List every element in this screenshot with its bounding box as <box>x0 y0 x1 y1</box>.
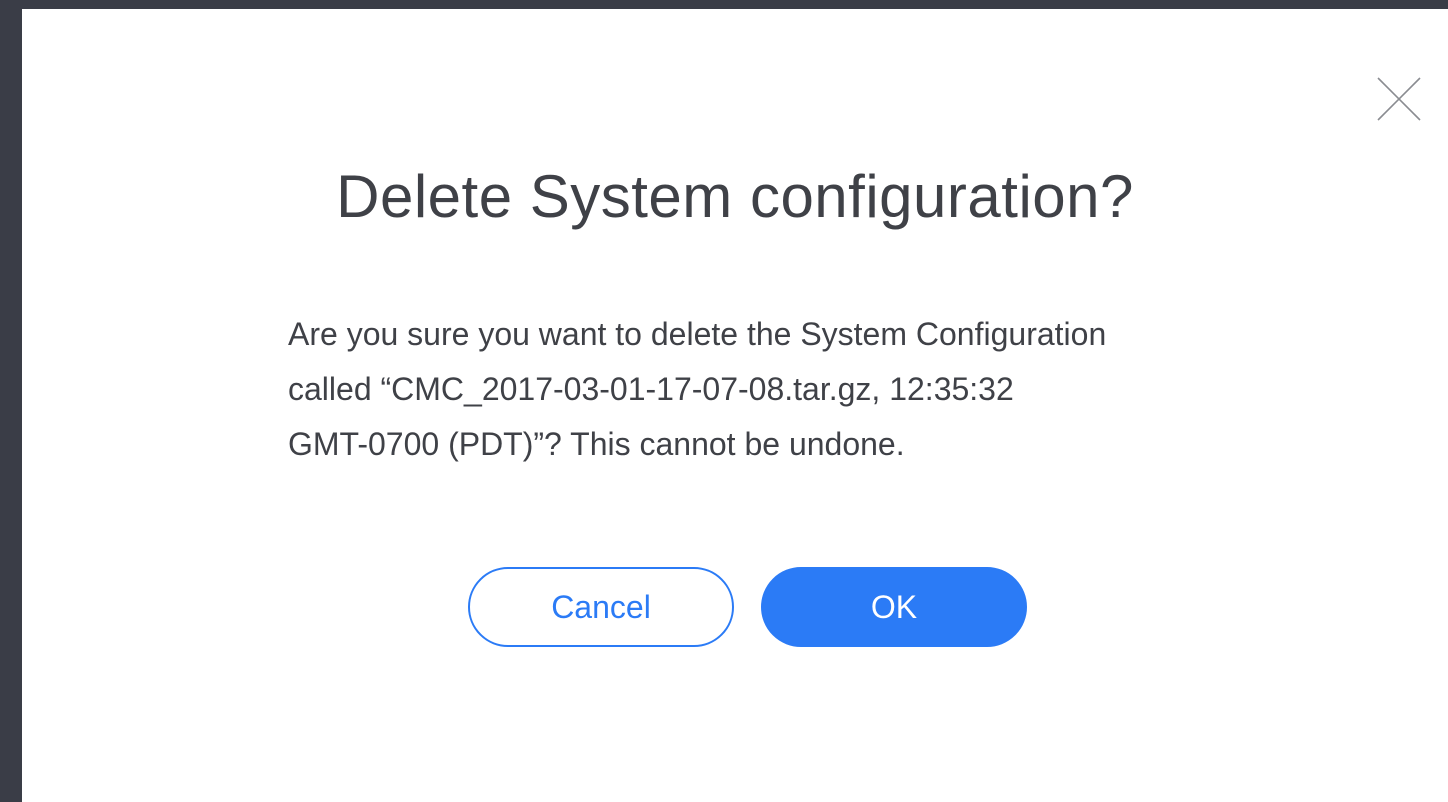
ok-button[interactable]: OK <box>761 567 1027 647</box>
dialog-message-line: GMT-0700 (PDT)”? This cannot be undone. <box>288 426 905 462</box>
close-icon <box>1377 77 1421 121</box>
delete-confirmation-dialog: Delete System configuration? Are you sur… <box>22 9 1448 802</box>
cancel-button[interactable]: Cancel <box>468 567 734 647</box>
close-button[interactable] <box>1376 76 1422 122</box>
dialog-message-line: called “CMC_2017-03-01-17-07-08.tar.gz, … <box>288 371 1014 407</box>
dialog-message: Are you sure you want to delete the Syst… <box>288 307 1248 472</box>
dialog-message-line: Are you sure you want to delete the Syst… <box>288 316 1107 352</box>
dialog-title: Delete System configuration? <box>336 163 1134 230</box>
